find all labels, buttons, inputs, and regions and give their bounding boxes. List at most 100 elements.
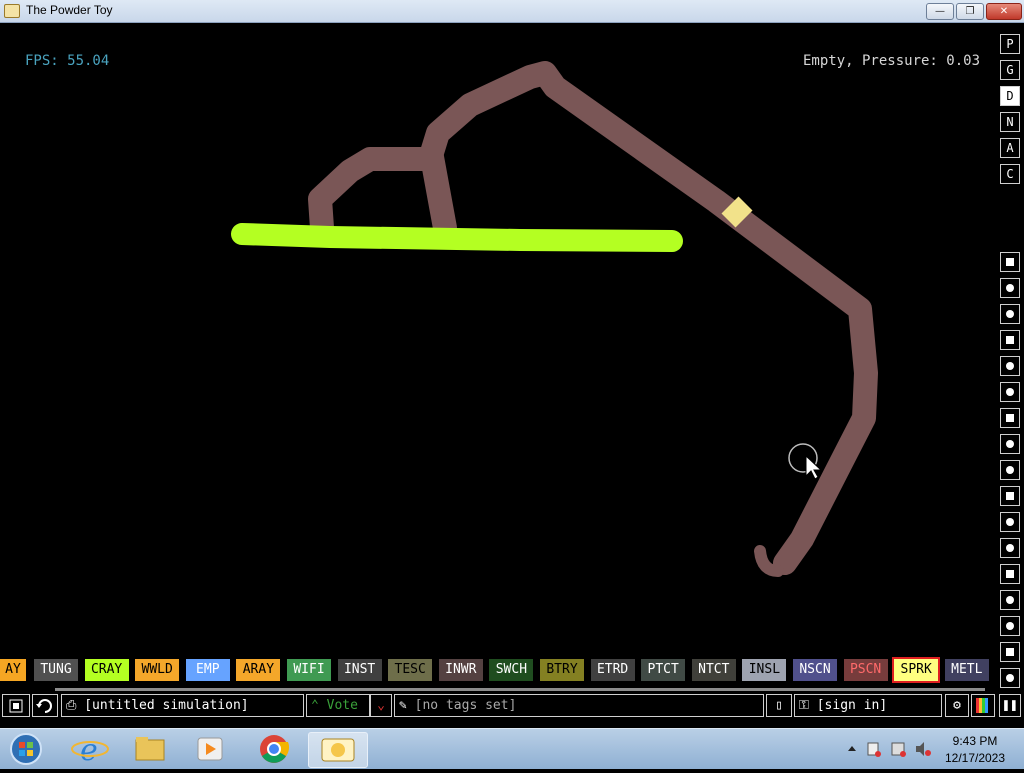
- element-button-insl[interactable]: INSL: [742, 659, 787, 681]
- mode-button-p[interactable]: P: [1000, 34, 1020, 54]
- element-scrollbar[interactable]: [55, 688, 985, 691]
- app-icon: [4, 4, 20, 18]
- element-button-cray[interactable]: CRAY: [84, 659, 129, 681]
- simulation-canvas[interactable]: FPS: 55.04 Empty, Pressure: 0.03: [0, 23, 994, 653]
- taskbar: e: [0, 728, 1024, 769]
- sign-in-button[interactable]: ⚿ [sign in]: [794, 694, 942, 717]
- electronics-category-button[interactable]: [1000, 278, 1020, 298]
- element-button-ntct[interactable]: NTCT: [691, 659, 736, 681]
- clock-date[interactable]: 12/17/2023: [942, 751, 1008, 765]
- tray-icons: [848, 742, 931, 757]
- solids-icon: [1006, 492, 1014, 500]
- element-button-sprk[interactable]: SPRK: [892, 657, 941, 683]
- walls-category-button[interactable]: [1000, 252, 1020, 272]
- tools-category-button[interactable]: [1000, 590, 1020, 610]
- force-category-button[interactable]: [1000, 356, 1020, 376]
- element-button-inwr[interactable]: INWR: [438, 659, 483, 681]
- element-button-wwld[interactable]: WWLD: [135, 659, 180, 681]
- volume-muted-icon: [916, 742, 924, 756]
- tags-button[interactable]: ✎ [no tags set]: [394, 694, 764, 717]
- open-icon: [9, 699, 23, 713]
- new-document-icon: ▯: [775, 698, 783, 713]
- cray-line: [231, 223, 683, 252]
- element-button-metl[interactable]: METL: [944, 659, 989, 681]
- sign-in-label: [sign in]: [816, 698, 888, 713]
- mode-button-n[interactable]: N: [1000, 112, 1020, 132]
- life-category-button[interactable]: [1000, 564, 1020, 584]
- open-save-button[interactable]: [2, 694, 30, 717]
- new-simulation-button[interactable]: ▯: [766, 694, 792, 717]
- tag-icon: ✎: [399, 698, 407, 713]
- pause-button[interactable]: ❚❚: [999, 694, 1021, 717]
- vote-down-icon: ⌄: [377, 698, 385, 713]
- element-button-swch[interactable]: SWCH: [489, 659, 534, 681]
- save-name: [untitled simulation]: [84, 698, 249, 713]
- mode-button-g[interactable]: G: [1000, 60, 1020, 80]
- solids-category-button[interactable]: [1000, 486, 1020, 506]
- pressure-readout: Empty, Pressure: 0.03: [803, 53, 981, 69]
- element-button-nscn[interactable]: NSCN: [793, 659, 837, 681]
- reload-icon: [36, 699, 52, 713]
- clock-time[interactable]: 9:43 PM: [950, 734, 1000, 748]
- explosives-category-button[interactable]: [1000, 382, 1020, 402]
- element-button-inst[interactable]: INST: [337, 659, 382, 681]
- element-button-etrd[interactable]: ETRD: [590, 659, 635, 681]
- element-button-wifi[interactable]: WIFI: [287, 659, 331, 681]
- media-player-taskbar[interactable]: [184, 732, 236, 766]
- render-options-button[interactable]: [971, 694, 995, 717]
- mouse-pointer-icon: [805, 454, 823, 480]
- mode-button-c[interactable]: C: [1000, 164, 1020, 184]
- vote-up-button[interactable]: ⌃ Vote: [306, 694, 370, 717]
- mode-button-a[interactable]: A: [1000, 138, 1020, 158]
- powder-toy-taskbar[interactable]: [308, 732, 368, 768]
- element-button-tesc[interactable]: TESC: [388, 659, 433, 681]
- save-name-button[interactable]: ⎙ [untitled simulation]: [61, 694, 304, 717]
- settings-button[interactable]: ⚙: [945, 694, 969, 717]
- mode-button-d[interactable]: D: [1000, 86, 1020, 106]
- gases-category-button[interactable]: [1000, 408, 1020, 428]
- element-button-ay[interactable]: AY: [0, 659, 26, 681]
- reload-button[interactable]: [32, 694, 58, 717]
- liquids-category-button[interactable]: [1000, 434, 1020, 454]
- radioactive-icon: [1006, 518, 1014, 526]
- powders-icon: [1006, 466, 1014, 474]
- close-button[interactable]: ✕: [986, 3, 1022, 20]
- element-button-emp[interactable]: EMP: [185, 659, 230, 681]
- element-button-ptct[interactable]: PTCT: [641, 659, 686, 681]
- sensors-icon: [1006, 336, 1014, 344]
- search-category-button[interactable]: [1000, 668, 1020, 688]
- element-bar: AY TUNG CRAY WWLD EMP ARAY WIFI INST TESC INWR SWC…: [0, 657, 994, 683]
- vote-up-icon: ⌃: [311, 698, 319, 713]
- element-button-aray[interactable]: ARAY: [236, 659, 281, 681]
- favorites-category-button[interactable]: [1000, 616, 1020, 636]
- chrome-taskbar[interactable]: [248, 732, 300, 766]
- powder-toy-icon: [321, 738, 355, 762]
- gear-icon: ⚙: [953, 698, 961, 713]
- powered-category-button[interactable]: [1000, 304, 1020, 324]
- minimize-button[interactable]: —: [926, 3, 954, 20]
- internet-explorer-taskbar[interactable]: e: [64, 732, 116, 768]
- walls-icon: [1006, 258, 1014, 266]
- vote-down-button[interactable]: ⌄: [370, 694, 392, 717]
- sensors-category-button[interactable]: [1000, 330, 1020, 350]
- maximize-button[interactable]: ❐: [956, 3, 984, 20]
- decoration-category-button[interactable]: [1000, 642, 1020, 662]
- decoration-icon: [1006, 648, 1014, 656]
- file-explorer-taskbar[interactable]: [124, 732, 176, 766]
- special-icon: [1006, 544, 1014, 552]
- start-button[interactable]: [4, 732, 48, 766]
- element-button-tung[interactable]: TUNG: [34, 659, 78, 681]
- element-button-btry[interactable]: BTRY: [540, 659, 584, 681]
- spark-segment: [721, 196, 753, 228]
- internet-explorer-icon: e: [71, 733, 109, 768]
- chrome-icon: [260, 735, 290, 763]
- explosives-icon: [1006, 388, 1014, 396]
- windows-start-icon: [10, 733, 42, 765]
- media-player-icon: [197, 737, 223, 761]
- powders-category-button[interactable]: [1000, 460, 1020, 480]
- vote-label: Vote: [326, 698, 358, 713]
- special-category-button[interactable]: [1000, 538, 1020, 558]
- folder-icon: [135, 737, 165, 761]
- radioactive-category-button[interactable]: [1000, 512, 1020, 532]
- element-button-pscn[interactable]: PSCN: [843, 659, 888, 681]
